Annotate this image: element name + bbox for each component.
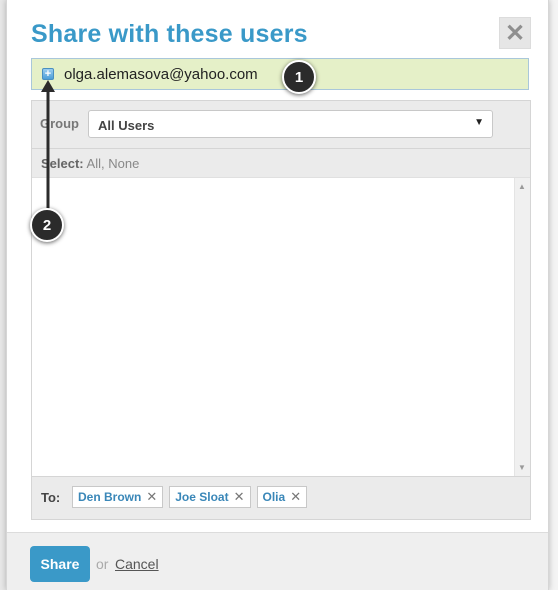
scroll-up-icon[interactable]: ▲: [518, 182, 526, 191]
dialog-title: Share with these users: [31, 20, 308, 48]
group-label: Group: [40, 116, 79, 131]
email-input[interactable]: + olga.alemasova@yahoo.com: [31, 58, 529, 90]
background-page-edge: [548, 0, 558, 590]
recipient-name: Den Brown: [78, 490, 142, 504]
select-all-link[interactable]: All: [87, 156, 101, 171]
select-label: Select:: [41, 156, 84, 171]
user-list[interactable]: ▲ ▼: [32, 177, 530, 477]
annotation-marker-1: 1: [282, 60, 316, 94]
recipient-chips: Den Brown ✕ Joe Sloat ✕ Olia ✕: [72, 486, 313, 508]
email-input-value: olga.alemasova@yahoo.com: [64, 66, 258, 83]
select-none-link[interactable]: None: [108, 156, 139, 171]
dialog-footer: Share or Cancel: [7, 532, 548, 590]
cancel-link[interactable]: Cancel: [115, 556, 159, 572]
plus-icon[interactable]: +: [42, 68, 54, 80]
select-separator: ,: [101, 156, 105, 171]
scrollbar[interactable]: ▲ ▼: [514, 178, 530, 476]
or-text: or: [96, 556, 109, 572]
recipient-chip: Olia ✕: [256, 486, 308, 508]
chevron-down-icon: ▼: [474, 117, 484, 128]
close-icon: ✕: [504, 19, 526, 47]
remove-icon[interactable]: ✕: [234, 489, 245, 505]
close-button[interactable]: ✕: [499, 17, 531, 49]
recipient-chip: Joe Sloat ✕: [169, 486, 251, 508]
group-select[interactable]: All Users ▼: [88, 110, 493, 138]
recipient-chip: Den Brown ✕: [72, 486, 164, 508]
group-select-value: All Users: [98, 118, 155, 133]
recipient-name: Joe Sloat: [175, 490, 229, 504]
recipient-name: Olia: [262, 490, 286, 504]
share-button[interactable]: Share: [30, 546, 90, 582]
select-bar: Select: All, None: [32, 148, 530, 176]
annotation-marker-2: 2: [30, 208, 64, 242]
remove-icon[interactable]: ✕: [146, 489, 157, 505]
user-picker-panel: Group All Users ▼ Select: All, None ▲ ▼ …: [31, 100, 531, 520]
to-label: To:: [41, 490, 61, 505]
share-dialog: Share with these users ✕ + olga.alemasov…: [6, 0, 549, 590]
scroll-down-icon[interactable]: ▼: [518, 463, 526, 472]
remove-icon[interactable]: ✕: [290, 489, 301, 505]
